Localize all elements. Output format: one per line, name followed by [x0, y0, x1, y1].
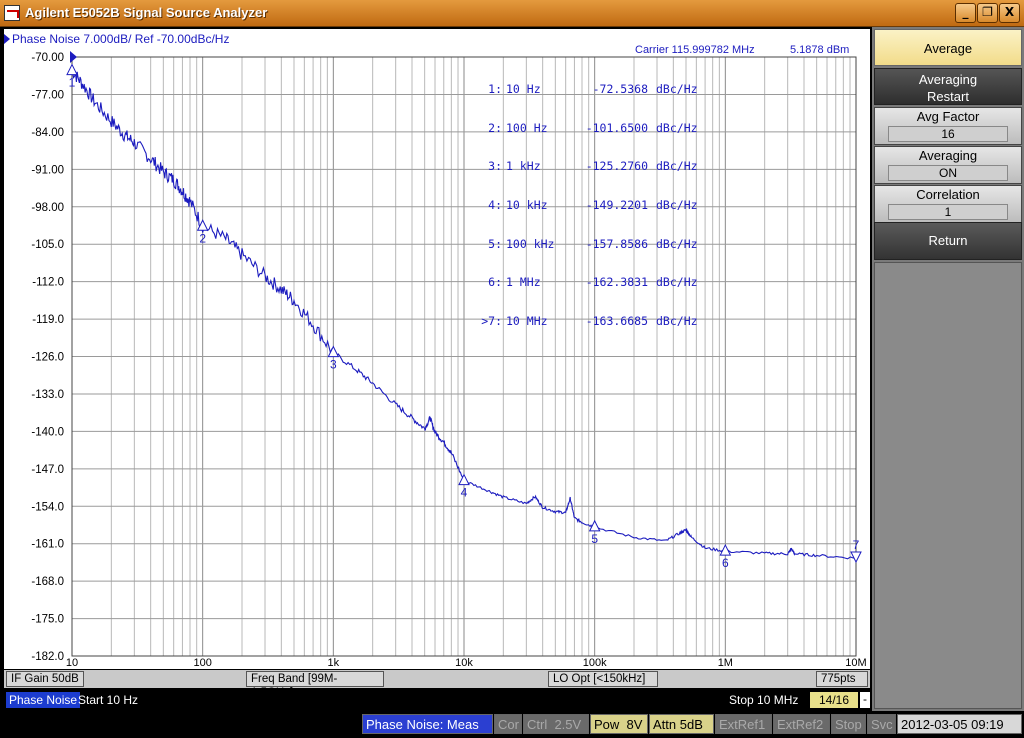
marker-label: 5: [591, 532, 598, 546]
points-indicator[interactable]: 775pts: [816, 671, 868, 687]
x-tick-label: 10M: [845, 657, 866, 669]
y-tick-label: -105.0: [31, 239, 64, 251]
extref2-indicator: ExtRef2: [773, 714, 830, 734]
softkey-menu-title: Average: [874, 29, 1022, 66]
y-tick-label: -112.0: [32, 277, 64, 289]
y-tick-label: -140.0: [31, 426, 64, 438]
y-tick-label: -84.00: [31, 127, 64, 139]
marker-label: 1: [69, 76, 76, 90]
ctrl-indicator: Ctrl 2.5V: [523, 714, 589, 734]
status-line-1: IF Gain 50dB Freq Band [99M-1.5GHz] LO O…: [4, 670, 870, 699]
extref1-indicator: ExtRef1: [715, 714, 772, 734]
x-tick-label: 10: [66, 657, 78, 669]
carrier-frequency: Carrier 115.999782 MHz: [635, 44, 755, 56]
x-tick-label: 10k: [455, 657, 473, 669]
maximize-button[interactable]: ❐: [977, 3, 998, 23]
date-time: 2012-03-05 09:19: [897, 714, 1022, 734]
marker-triangle: [66, 63, 78, 76]
marker-row: 5: 100 kHz -157.8586 dBc/Hz: [488, 236, 698, 251]
y-tick-label: -168.0: [31, 576, 64, 588]
return-button[interactable]: Return: [874, 222, 1022, 260]
if-gain-indicator[interactable]: IF Gain 50dB: [6, 671, 84, 687]
stop-indicator: Stop: [831, 714, 866, 734]
marker-label: 2: [199, 231, 206, 245]
marker-row: >7: 10 MHz -163.6685 dBc/Hz: [481, 314, 698, 329]
y-tick-label: -154.0: [31, 501, 64, 513]
marker-label: 7: [853, 538, 860, 552]
softkey-panel: Average Averaging Restart Avg Factor 16 …: [872, 27, 1024, 711]
marker-triangle: [458, 473, 470, 486]
x-tick-label: 1k: [328, 657, 340, 669]
trace-page-indicator: 14/16: [810, 692, 858, 708]
y-tick-label: -126.0: [31, 352, 64, 364]
marker-row: 6: 1 MHz -162.3831 dBc/Hz: [488, 275, 698, 290]
trace-label[interactable]: Phase Noise 7.000dB/ Ref -70.00dBc/Hz: [4, 32, 229, 46]
averaging-toggle-softkey[interactable]: Averaging ON: [874, 146, 1022, 184]
lo-opt-indicator[interactable]: LO Opt [<150kHz]: [548, 671, 658, 687]
x-tick-label: 100: [193, 657, 211, 669]
phase-noise-chart[interactable]: -70.00 -77.00 -84.00 -91.00 -98.00 -105.0 -112…: [4, 29, 870, 669]
stop-frequency[interactable]: Stop 10 MHz: [729, 692, 798, 708]
carrier-power: 5.1878 dBm: [790, 44, 850, 56]
attn-indicator: Attn 5dB: [649, 714, 714, 734]
start-frequency[interactable]: Start 10 Hz: [78, 692, 138, 708]
title-bar: Agilent E5052B Signal Source Analyzer _ …: [0, 0, 1024, 27]
averaging-value[interactable]: ON: [888, 165, 1008, 181]
y-tick-label: -77.00: [31, 89, 64, 101]
trace-indicator-icon: [4, 34, 10, 44]
correlation-label: Correlation: [916, 187, 980, 202]
status-line-2: Phase Noise Start 10 Hz Stop 10 MHz 14/1…: [4, 691, 870, 709]
correlation-softkey[interactable]: Correlation 1: [874, 185, 1022, 223]
svc-indicator: Svc: [867, 714, 896, 734]
freq-band-indicator[interactable]: Freq Band [99M-1.5GHz]: [246, 671, 384, 699]
app-icon: [4, 5, 20, 21]
y-tick-label: -91.00: [31, 164, 64, 176]
softkey-empty-area: [874, 262, 1022, 709]
marker-label: 6: [722, 556, 729, 570]
marker-triangle: [850, 551, 862, 564]
marker-label: 3: [330, 358, 337, 372]
x-tick-label: 100k: [583, 657, 607, 669]
measurement-status[interactable]: Phase Noise: Meas: [362, 714, 493, 734]
avg-factor-label: Avg Factor: [916, 109, 980, 124]
y-tick-label: -98.00: [31, 202, 64, 214]
marker-row: 2: 100 Hz -101.6500 dBc/Hz: [488, 120, 698, 135]
y-tick-label: -119.0: [32, 314, 64, 326]
y-tick-label: -175.0: [31, 614, 64, 626]
minimize-button[interactable]: _: [955, 3, 976, 23]
marker-row: 1: 10 Hz -72.5368 dBc/Hz: [488, 81, 698, 96]
close-button[interactable]: X: [999, 3, 1020, 23]
cor-indicator: Cor: [494, 714, 522, 734]
averaging-label: Averaging: [918, 148, 978, 163]
measurement-mode-badge[interactable]: Phase Noise: [6, 692, 81, 708]
y-tick-label: -147.0: [31, 464, 64, 476]
y-tick-label: -182.0: [31, 651, 64, 663]
status-dash: -: [860, 692, 870, 708]
marker-row: 3: 1 kHz -125.2760 dBc/Hz: [488, 159, 698, 174]
y-tick-label: -133.0: [31, 389, 64, 401]
reference-level-arrow: [70, 51, 77, 63]
marker-table: 1: 10 Hz -72.5368 dBc/Hz 2: 100 Hz -101.6500 d…: [466, 57, 704, 341]
marker-label: 4: [461, 486, 468, 500]
trace-scale-text: Phase Noise 7.000dB/ Ref -70.00dBc/Hz: [12, 32, 230, 46]
window-title: Agilent E5052B Signal Source Analyzer: [25, 5, 268, 20]
x-tick-label: 1M: [718, 657, 733, 669]
pow-indicator: Pow 8V: [590, 714, 648, 734]
y-tick-label: -161.0: [31, 539, 64, 551]
y-tick-label: -70.00: [31, 52, 64, 64]
avg-factor-value[interactable]: 16: [888, 126, 1008, 142]
instrument-status-bar: Phase Noise: Meas Cor Ctrl 2.5V Pow 8V A…: [0, 711, 1024, 738]
averaging-restart-button[interactable]: Averaging Restart: [874, 68, 1022, 105]
marker-row: 4: 10 kHz -149.2201 dBc/Hz: [488, 197, 698, 212]
correlation-value[interactable]: 1: [888, 204, 1008, 220]
avg-factor-softkey[interactable]: Avg Factor 16: [874, 107, 1022, 145]
